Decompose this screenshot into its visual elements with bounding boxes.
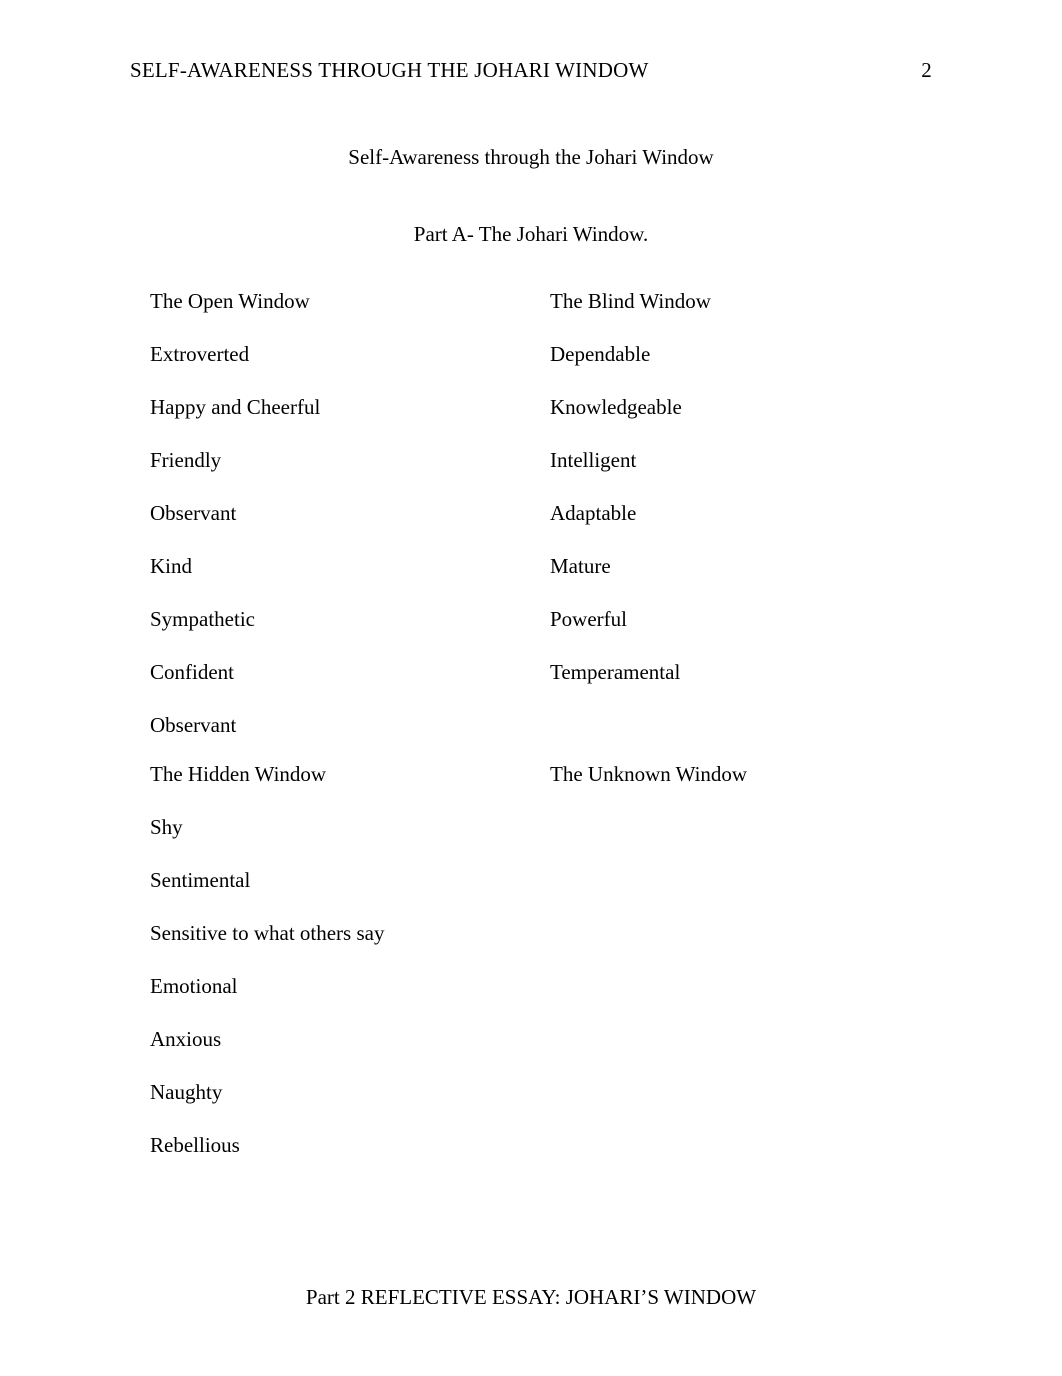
list-item: Happy and Cheerful: [150, 395, 530, 420]
list-item: Adaptable: [550, 501, 930, 526]
hidden-window-cell: The Hidden Window Shy Sentimental Sensit…: [130, 750, 530, 1170]
blind-window-cell: The Blind Window Dependable Knowledgeabl…: [530, 277, 930, 750]
open-window-heading: The Open Window: [150, 289, 530, 314]
document-title: Self-Awareness through the Johari Window: [130, 145, 932, 170]
list-item: Rebellious: [150, 1133, 530, 1158]
list-item: Extroverted: [150, 342, 530, 367]
list-item: Observant: [150, 713, 530, 738]
hidden-window-heading: The Hidden Window: [150, 762, 530, 787]
list-item: Confident: [150, 660, 530, 685]
list-item: Sentimental: [150, 868, 530, 893]
part-a-heading: Part A- The Johari Window.: [130, 222, 932, 247]
list-item: Friendly: [150, 448, 530, 473]
list-item: Anxious: [150, 1027, 530, 1052]
table-row: The Open Window Extroverted Happy and Ch…: [130, 277, 930, 750]
list-item: Powerful: [550, 607, 930, 632]
list-item: Emotional: [150, 974, 530, 999]
blind-window-heading: The Blind Window: [550, 289, 930, 314]
list-item: Sympathetic: [150, 607, 530, 632]
unknown-window-cell: The Unknown Window: [530, 750, 930, 1170]
johari-window-table: The Open Window Extroverted Happy and Ch…: [130, 277, 930, 1170]
table-row: The Hidden Window Shy Sentimental Sensit…: [130, 750, 930, 1170]
list-item: Naughty: [150, 1080, 530, 1105]
list-item: Knowledgeable: [550, 395, 930, 420]
document-page: SELF-AWARENESS THROUGH THE JOHARI WINDOW…: [0, 0, 1062, 1376]
list-item: Kind: [150, 554, 530, 579]
list-item: Temperamental: [550, 660, 930, 685]
list-item: Observant: [150, 501, 530, 526]
running-head-text: SELF-AWARENESS THROUGH THE JOHARI WINDOW: [130, 58, 892, 83]
list-item: Shy: [150, 815, 530, 840]
running-head: SELF-AWARENESS THROUGH THE JOHARI WINDOW…: [130, 58, 932, 83]
unknown-window-heading: The Unknown Window: [550, 762, 930, 787]
page-number: 2: [892, 58, 932, 83]
list-item: Dependable: [550, 342, 930, 367]
list-item: Intelligent: [550, 448, 930, 473]
list-item: Sensitive to what others say: [150, 921, 530, 946]
open-window-cell: The Open Window Extroverted Happy and Ch…: [130, 277, 530, 750]
list-item: Mature: [550, 554, 930, 579]
part-2-heading: Part 2 REFLECTIVE ESSAY: JOHARI’S WINDOW: [130, 1285, 932, 1310]
